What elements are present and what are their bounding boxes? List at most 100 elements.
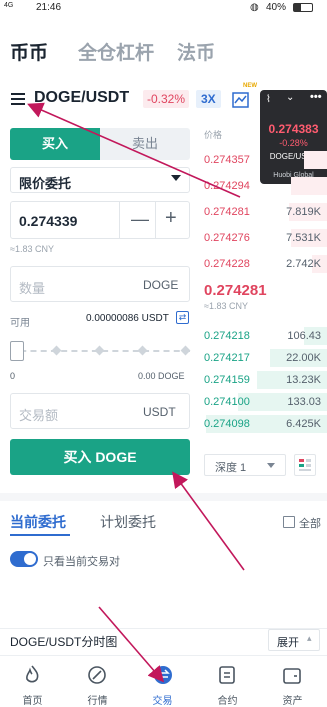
tab-cross-margin[interactable]: 全仓杠杆 (78, 38, 154, 65)
ask-amount: 7.819K (286, 206, 321, 218)
ask-row[interactable]: 0.274276 7.531K (200, 228, 327, 248)
pair-change-badge: -0.32% (143, 90, 190, 108)
tab-spot[interactable]: 币币 (10, 38, 48, 65)
card-price: 0.274383 (268, 122, 319, 136)
amount-input[interactable]: 数量 DOGE (10, 266, 190, 302)
ask-price: 0.274228 (204, 258, 250, 270)
kline-icon[interactable] (231, 87, 251, 109)
bid-row[interactable]: 0.274217 22.00K (200, 348, 327, 368)
order-type-value: 限价委托 (19, 176, 72, 191)
nav-assets[interactable]: 资产 (260, 656, 325, 707)
tab-fiat[interactable]: 法币 (177, 38, 215, 65)
slider-min: 0 (10, 371, 16, 381)
orders-list-icon[interactable] (283, 516, 295, 528)
depth-select[interactable]: 深度 1 (204, 454, 286, 476)
bid-price: 0.274098 (204, 418, 250, 430)
bid-amount: 133.03 (287, 396, 321, 408)
price-input[interactable]: 0.274339 — + (10, 201, 190, 239)
bid-row[interactable]: 0.274100 133.03 (200, 392, 327, 412)
ask-price: 0.274357 (204, 154, 250, 166)
battery-icon (293, 3, 313, 12)
total-input[interactable]: 交易额 USDT (10, 393, 190, 429)
pair-symbol[interactable]: DOGE/USDT (34, 89, 129, 107)
buy-tab[interactable]: 买入 (10, 128, 100, 160)
chevron-down-icon (267, 463, 275, 468)
top-nav: 币币 全仓杠杆 法币 (0, 30, 327, 66)
total-placeholder: 交易额 (19, 408, 59, 423)
transfer-icon[interactable]: ⇄ (176, 311, 189, 324)
mid-price: 0.274281 (204, 282, 267, 299)
compass-icon (88, 666, 106, 684)
depth-label: 深度 1 (215, 462, 247, 474)
layout-icon (299, 459, 311, 471)
slider-step[interactable] (180, 345, 191, 356)
available-value: 0.00000086 USDT (86, 313, 169, 324)
slider-max: 0.00 DOGE (138, 371, 185, 381)
ask-row[interactable]: 0.274294 (200, 176, 327, 196)
tab-current-orders[interactable]: 当前委托 (10, 512, 66, 532)
ask-amount: 7.531K (286, 232, 321, 244)
dropdown-arrow-icon (171, 175, 181, 181)
orderbook-header-price: 价格 (204, 130, 223, 140)
orderbook-layout-button[interactable] (294, 454, 316, 476)
sell-tab[interactable]: 卖出 (100, 128, 190, 160)
nav-trade[interactable]: 交易 (130, 656, 195, 707)
card-change: -0.28% (279, 138, 308, 148)
chart-section-title: DOGE/USDT分时图 (10, 635, 118, 649)
trade-icon (154, 666, 172, 684)
nav-markets[interactable]: 行情 (65, 656, 130, 707)
leverage-badge[interactable]: 3X (196, 90, 221, 108)
slider-step[interactable] (51, 345, 62, 356)
bid-amount: 6.425K (286, 418, 321, 430)
buy-submit-button[interactable]: 买入 DOGE (10, 439, 190, 475)
price-value[interactable]: 0.274339 (19, 213, 77, 229)
slider-step[interactable] (137, 345, 148, 356)
bid-price: 0.274100 (204, 396, 250, 408)
plus-button[interactable]: + (165, 207, 177, 230)
nav-home[interactable]: 首页 (0, 656, 65, 707)
divider (119, 202, 120, 238)
ask-depth-bar (304, 151, 327, 169)
ask-row[interactable]: 0.274281 7.819K (200, 202, 327, 222)
ask-row[interactable]: 0.274228 2.742K (200, 254, 327, 274)
bid-price: 0.274217 (204, 352, 250, 364)
bid-row[interactable]: 0.274159 13.23K (200, 370, 327, 390)
card-collapse-icon[interactable]: ⌄ (286, 92, 294, 103)
bid-row[interactable]: 0.274098 6.425K (200, 414, 327, 434)
bid-amount: 22.00K (286, 352, 321, 364)
menu-icon[interactable] (10, 91, 26, 107)
toggle-knob (24, 553, 36, 565)
current-pair-toggle-label: 只看当前交易对 (43, 556, 120, 568)
order-type-select[interactable]: 限价委托 (10, 167, 190, 193)
bid-amount: 106.43 (287, 330, 321, 342)
expand-chart-button[interactable]: 展开 ▴ (268, 629, 320, 651)
bottom-nav: 首页 行情 交易 合约 资产 (0, 655, 327, 707)
current-pair-toggle[interactable] (10, 551, 38, 567)
battery-text: 40% (266, 2, 287, 13)
amount-slider[interactable] (10, 339, 191, 363)
contract-icon (219, 666, 235, 684)
nav-contract[interactable]: 合约 (195, 656, 260, 707)
all-orders-link[interactable]: 全部 (299, 515, 321, 531)
slider-thumb[interactable] (10, 341, 24, 361)
wifi-icon: ◍ (250, 2, 259, 13)
ask-row[interactable]: 0.274357 (200, 150, 327, 170)
more-icon[interactable]: ••• (310, 91, 322, 103)
bid-row[interactable]: 0.274218 106.43 (200, 326, 327, 346)
tab-plan-orders[interactable]: 计划委托 (100, 512, 156, 532)
wallet-icon (283, 668, 301, 684)
card-chart-icon: ⌇ (266, 94, 271, 105)
price-cny: ≈1.83 CNY (10, 244, 54, 254)
ask-price: 0.274294 (204, 180, 250, 192)
minus-button[interactable]: — (131, 209, 149, 230)
total-unit: USDT (143, 405, 176, 419)
bid-price: 0.274218 (204, 330, 250, 342)
ask-depth-bar (291, 177, 327, 195)
slider-step[interactable] (94, 345, 105, 356)
new-badge: NEW (243, 83, 257, 89)
ask-amount: 2.742K (286, 258, 321, 270)
amount-unit: DOGE (143, 278, 179, 292)
status-bar: 4G 21:46 ◍ 40% (0, 0, 327, 16)
arrow-to-buy-button (172, 471, 245, 571)
divider (155, 202, 156, 238)
